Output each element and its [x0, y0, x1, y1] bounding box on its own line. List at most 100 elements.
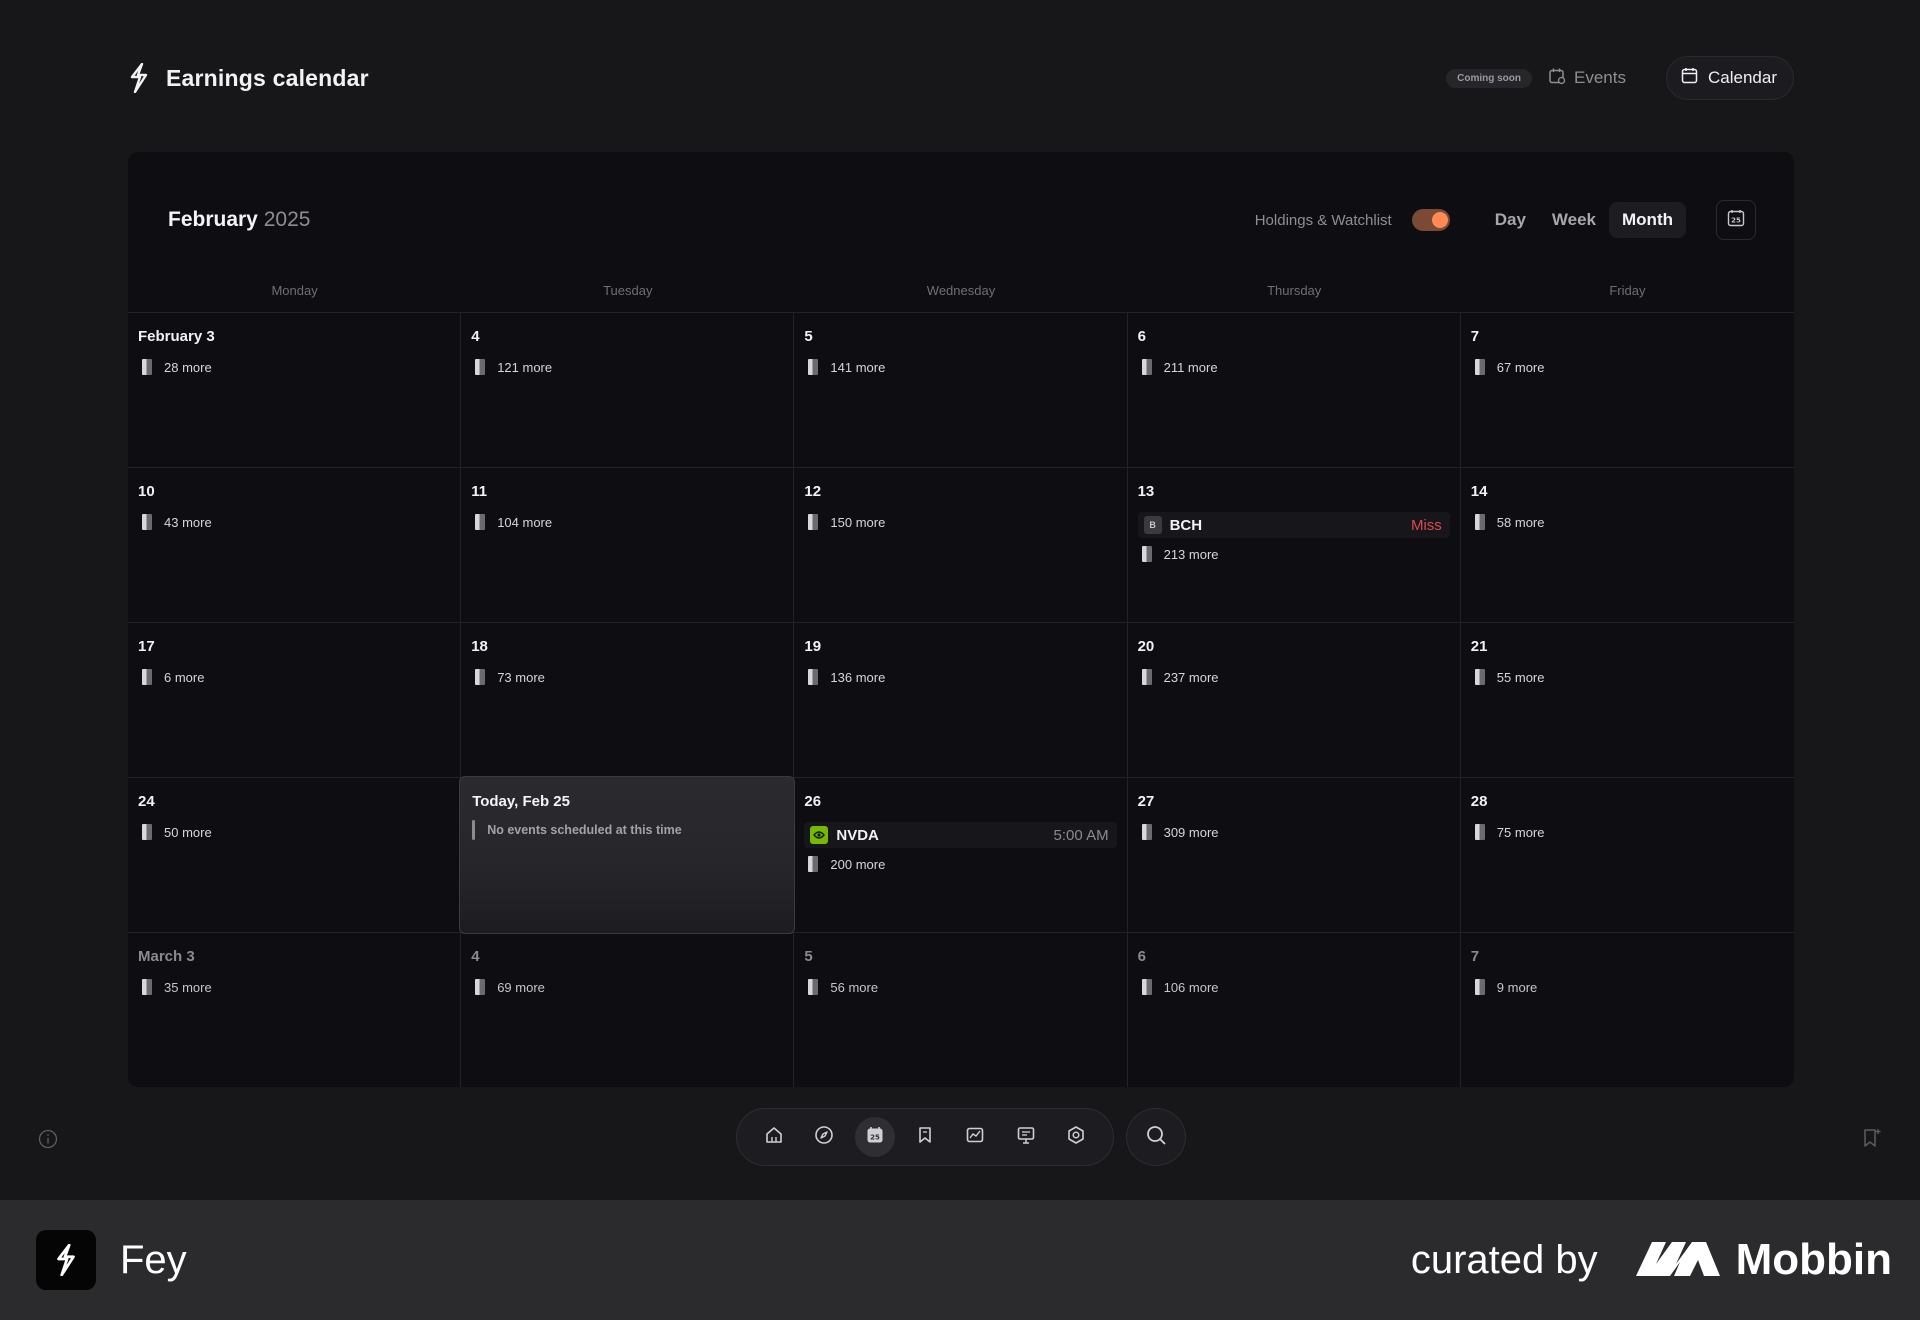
calendar-day-cell[interactable]: 11 104 more: [461, 468, 795, 623]
calendar-day-cell[interactable]: 17 6 more: [128, 623, 462, 778]
more-events-link[interactable]: 211 more: [1138, 359, 1450, 375]
holdings-watchlist-toggle[interactable]: [1411, 209, 1450, 231]
calendar-day-cell[interactable]: 14 58 more: [1460, 468, 1794, 623]
more-events-link[interactable]: 6 more: [138, 669, 450, 685]
app-window: Earnings calendar Coming soon Events Cal…: [0, 0, 1920, 1200]
calendar-day-cell[interactable]: 6 106 more: [1128, 933, 1461, 1087]
calendar-day-cell[interactable]: 4 69 more: [461, 933, 795, 1087]
nav-home[interactable]: [754, 1117, 794, 1157]
nav-explore[interactable]: [804, 1117, 844, 1157]
day-number: 13: [1137, 483, 1155, 500]
more-events-link[interactable]: 237 more: [1138, 669, 1450, 685]
calendar-day-cell[interactable]: 12 150 more: [794, 468, 1128, 623]
mobbin-brand: Mobbin: [1634, 1235, 1892, 1285]
calendar-day-today[interactable]: Today, Feb 25 No events scheduled at this…: [459, 776, 796, 934]
calendar-panel: February 2025 Holdings & Watchlist Day W…: [128, 152, 1794, 1087]
more-events-link[interactable]: 69 more: [471, 979, 783, 995]
more-events-link[interactable]: 67 more: [1471, 359, 1784, 375]
calendar-day-cell[interactable]: 24 50 more: [128, 778, 462, 933]
footer-app-name: Fey: [120, 1237, 187, 1282]
events-label: Events: [1574, 68, 1626, 87]
more-events-link[interactable]: 141 more: [804, 359, 1116, 375]
settings-icon: [1066, 1125, 1086, 1150]
calendar-day-cell[interactable]: 28 75 more: [1460, 778, 1794, 933]
more-events-link[interactable]: 9 more: [1471, 979, 1784, 995]
calendar-day-cell[interactable]: February 3 28 more: [128, 313, 462, 468]
bookmark-icon: [915, 1125, 935, 1150]
more-count: 9 more: [1496, 979, 1538, 995]
calendar-day-cell[interactable]: March 3 35 more: [128, 933, 462, 1087]
more-events-link[interactable]: 150 more: [804, 514, 1116, 530]
view-month-button[interactable]: Month: [1609, 202, 1686, 238]
events-tab[interactable]: Events: [1548, 67, 1626, 90]
search-icon: [1145, 1124, 1167, 1151]
day-number: 6: [1137, 948, 1146, 965]
today-card[interactable]: Today, Feb 25 No events scheduled at this…: [459, 776, 796, 934]
earnings-event-nvda[interactable]: NVDA 5:00 AM: [804, 822, 1117, 848]
info-icon[interactable]: [38, 1129, 58, 1154]
day-number: 17: [138, 638, 155, 655]
stack-icon: [808, 669, 819, 685]
more-events-link[interactable]: 35 more: [138, 979, 450, 995]
more-events-link[interactable]: 136 more: [804, 669, 1116, 685]
more-events-link[interactable]: 73 more: [471, 669, 783, 685]
stack-icon: [1141, 546, 1152, 562]
more-events-link[interactable]: 75 more: [1471, 824, 1784, 840]
day-number: 21: [1470, 638, 1488, 655]
calendar-day-cell[interactable]: 5 56 more: [794, 933, 1128, 1087]
stack-icon: [475, 669, 486, 685]
calendar-day-cell[interactable]: 21 55 more: [1460, 623, 1794, 778]
calendar-day-cell[interactable]: 6 211 more: [1127, 313, 1461, 468]
more-events-link[interactable]: 43 more: [138, 514, 450, 530]
stack-icon: [1141, 359, 1152, 375]
more-events-link[interactable]: 104 more: [471, 514, 783, 530]
more-events-link[interactable]: 28 more: [138, 359, 450, 375]
brand[interactable]: Earnings calendar: [128, 62, 369, 94]
day-number: 10: [138, 483, 155, 500]
calendar-day-cell[interactable]: 20 237 more: [1127, 623, 1461, 778]
more-events-link[interactable]: 200 more: [804, 856, 1116, 872]
nav-charts[interactable]: [955, 1117, 995, 1157]
nav-presentations[interactable]: [1006, 1117, 1046, 1157]
more-count: 75 more: [1496, 824, 1545, 840]
search-button[interactable]: [1126, 1108, 1186, 1166]
calendar-day-cell[interactable]: 19 136 more: [794, 623, 1128, 778]
date-picker-button[interactable]: 25: [1716, 200, 1756, 240]
more-events-link[interactable]: 56 more: [804, 979, 1116, 995]
stack-icon: [1141, 669, 1152, 685]
earnings-event-bch[interactable]: B BCH Miss: [1137, 512, 1450, 538]
nav-calendar[interactable]: 25: [854, 1117, 895, 1157]
calendar-day-cell[interactable]: 7 67 more: [1460, 313, 1794, 468]
today-title: Today, Feb 25: [472, 793, 570, 810]
calendar-tab-button[interactable]: Calendar: [1666, 56, 1794, 100]
nav-settings[interactable]: [1056, 1117, 1096, 1157]
more-events-link[interactable]: 309 more: [1138, 824, 1450, 840]
feedback-flag-icon[interactable]: [1862, 1127, 1882, 1154]
more-count: 141 more: [830, 359, 886, 375]
view-day-button[interactable]: Day: [1482, 202, 1539, 238]
calendar-day-cell[interactable]: 4 121 more: [461, 313, 795, 468]
weekday-header: Monday Tuesday Wednesday Thursday Friday: [128, 280, 1794, 308]
nav-bookmarks[interactable]: [905, 1117, 945, 1157]
more-events-link[interactable]: 121 more: [471, 359, 783, 375]
view-week-button[interactable]: Week: [1539, 202, 1609, 238]
calendar-day-cell[interactable]: 13 B BCH Miss 213 more: [1127, 468, 1461, 623]
stack-icon: [1474, 514, 1485, 530]
calendar-day-cell[interactable]: 26 NVDA 5:00 AM 200 more: [794, 778, 1128, 933]
calendar-day-cell[interactable]: 27 309 more: [1127, 778, 1461, 933]
more-events-link[interactable]: 55 more: [1471, 669, 1784, 685]
more-events-link[interactable]: 50 more: [138, 824, 450, 840]
calendar-label: Calendar: [1708, 68, 1777, 87]
stack-icon: [1474, 979, 1485, 995]
more-events-link[interactable]: 213 more: [1138, 546, 1450, 562]
more-events-link[interactable]: 106 more: [1138, 979, 1450, 995]
calendar-day-cell[interactable]: 7 9 more: [1461, 933, 1794, 1087]
stack-icon: [1474, 669, 1485, 685]
svg-text:25: 25: [1731, 216, 1741, 224]
calendar-day-cell[interactable]: 10 43 more: [128, 468, 462, 623]
stack-icon: [1474, 359, 1485, 375]
calendar-day-cell[interactable]: 18 73 more: [461, 623, 795, 778]
calendar-day-cell[interactable]: 5 141 more: [794, 313, 1128, 468]
more-events-link[interactable]: 58 more: [1471, 514, 1784, 530]
fey-logo-icon: [128, 62, 150, 94]
